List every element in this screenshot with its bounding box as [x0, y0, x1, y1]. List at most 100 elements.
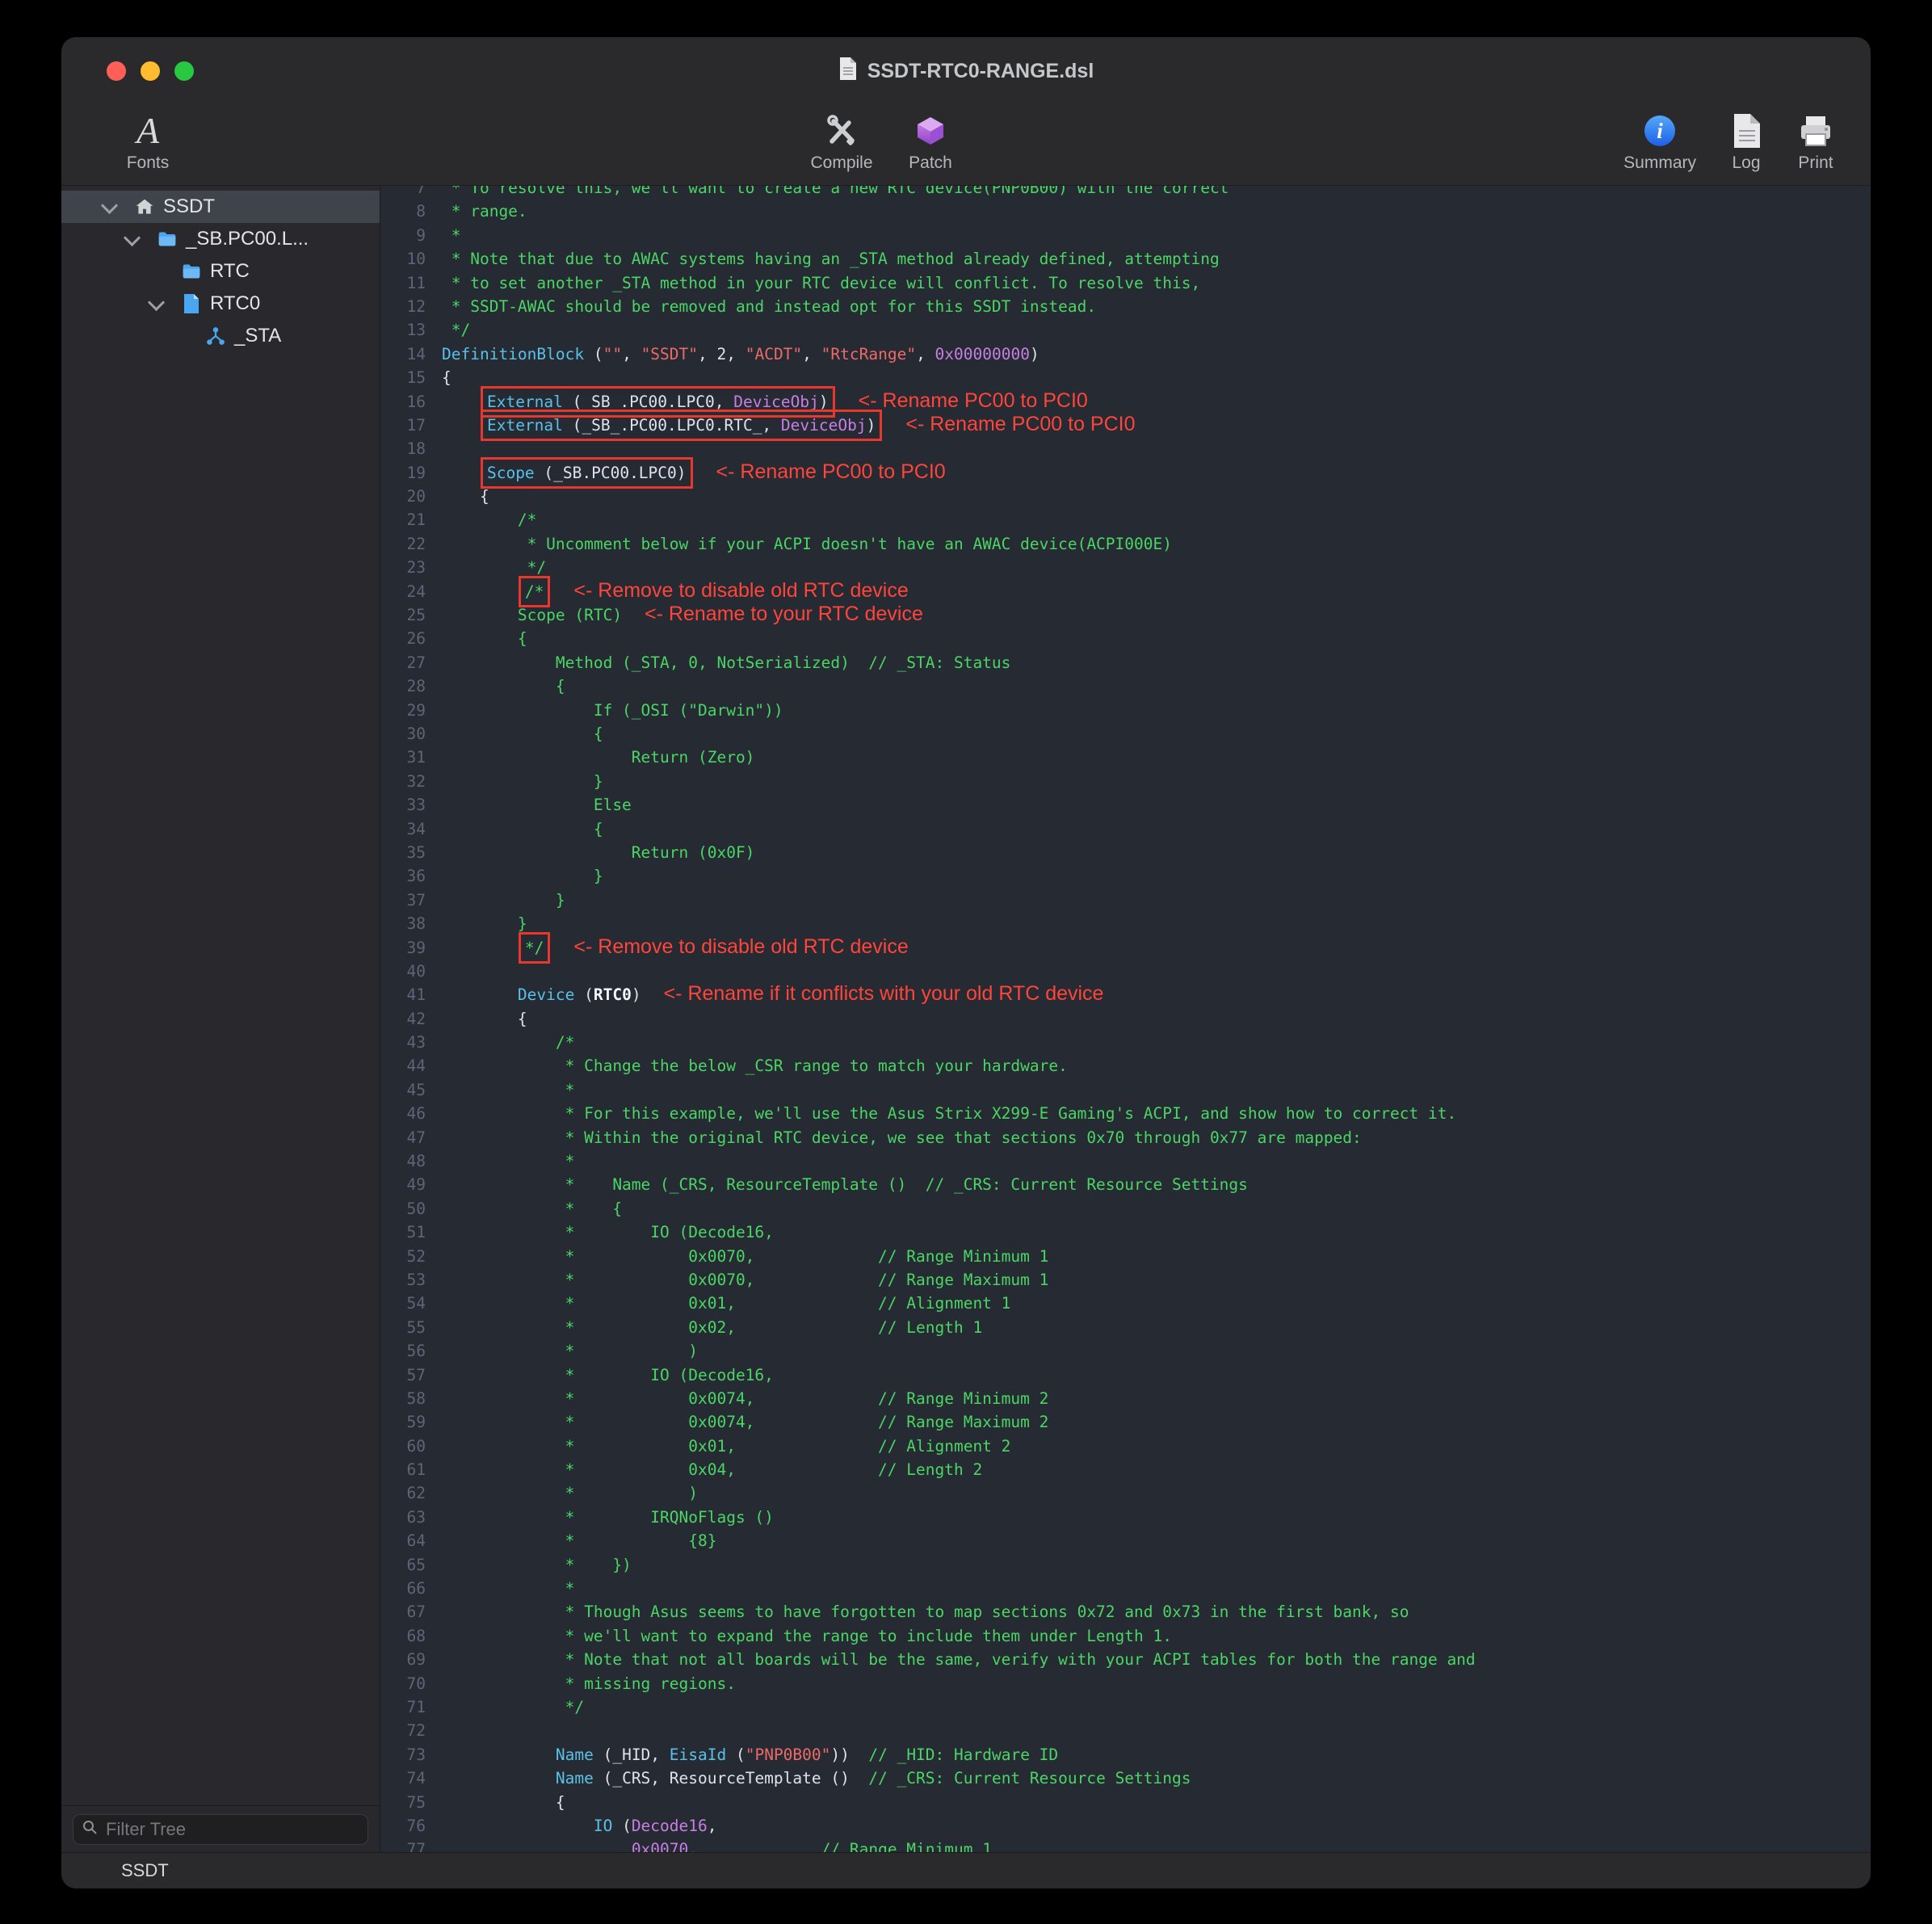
code-line: */ — [442, 556, 1871, 579]
toolbar: A Fonts Compile — [61, 105, 1871, 186]
code-token — [442, 985, 518, 1004]
code-token: * — [442, 1081, 574, 1099]
tree-item-rtc[interactable]: RTC — [61, 255, 380, 288]
patch-button[interactable]: Patch — [897, 110, 964, 173]
line-number: 28 — [380, 674, 426, 698]
line-number: 41 — [380, 983, 426, 1006]
code-line: /* — [442, 1031, 1871, 1054]
chevron-down-icon[interactable] — [124, 229, 141, 246]
line-number: 68 — [380, 1624, 426, 1648]
line-number: 59 — [380, 1410, 426, 1434]
code-token: (_CRS, ResourceTemplate () — [594, 1769, 868, 1787]
code-line: * Though Asus seems to have forgotten to… — [442, 1600, 1871, 1624]
tree-item-ssdt[interactable]: SSDT — [61, 191, 380, 223]
line-number: 33 — [380, 793, 426, 817]
code-line: Name (_HID, EisaId ("PNP0B00")) // _HID:… — [442, 1743, 1871, 1766]
code-token — [442, 1769, 556, 1787]
code-line: IO (Decode16, — [442, 1814, 1871, 1838]
code-line: DefinitionBlock ("", "SSDT", 2, "ACDT", … — [442, 342, 1871, 366]
line-number: 72 — [380, 1719, 426, 1742]
code-token: * IO (Decode16, — [442, 1366, 774, 1384]
code-line: Scope (RTC)<- Rename to your RTC device — [442, 603, 1871, 627]
code-token: EisaId — [670, 1745, 726, 1764]
annotation-text: <- Remove to disable old RTC device — [573, 937, 908, 957]
compile-button[interactable]: Compile — [801, 110, 882, 173]
code-line: */ <- Remove to disable old RTC device — [442, 936, 1871, 960]
line-number: 17 — [380, 414, 426, 437]
code-token: )) — [830, 1745, 868, 1764]
tree-item-label: RTC0 — [210, 292, 260, 315]
traffic-lights — [107, 37, 194, 105]
line-number: 36 — [380, 864, 426, 888]
code-token: Return (0x0F) — [442, 843, 754, 862]
code-line: Method (_STA, 0, NotSerialized) // _STA:… — [442, 651, 1871, 674]
code-token: , 2, — [698, 345, 746, 363]
tree-item-sta[interactable]: _STA — [61, 320, 380, 352]
document-icon — [838, 57, 858, 86]
code-token: * missing regions. — [442, 1674, 736, 1693]
code-token: /* — [442, 1033, 574, 1052]
line-number: 51 — [380, 1220, 426, 1244]
line-number: 20 — [380, 485, 426, 508]
tree-item-sb-pc00[interactable]: _SB.PC00.L... — [61, 223, 380, 255]
code-token: Decode16 — [632, 1817, 708, 1835]
chevron-down-icon[interactable] — [101, 196, 118, 213]
line-number: 18 — [380, 437, 426, 460]
code-token: ( — [574, 985, 593, 1004]
code-token: { — [442, 1010, 527, 1028]
line-numbers: 7891011121314151617181920212223242526272… — [380, 186, 439, 1852]
code-token: Scope (RTC) — [442, 606, 622, 624]
summary-button[interactable]: i Summary — [1623, 110, 1696, 173]
code-token: 0x00000000 — [935, 345, 1030, 363]
code-line: * 0x02, // Length 1 — [442, 1316, 1871, 1339]
code-line: Device (RTC0)<- Rename if it conflicts w… — [442, 983, 1871, 1006]
code-token: RTC0 — [594, 985, 632, 1004]
close-button[interactable] — [107, 61, 126, 81]
code-token: // _HID: Hardware ID — [868, 1745, 1058, 1764]
code-token: Method (_STA, 0, NotSerialized) // _STA:… — [442, 653, 1010, 672]
log-button[interactable]: Log — [1730, 110, 1762, 173]
print-button[interactable]: Print — [1796, 110, 1835, 173]
code-scroll-area: 7891011121314151617181920212223242526272… — [380, 186, 1871, 1852]
highlight-box: */ — [525, 939, 544, 957]
code-token: { — [442, 820, 603, 838]
code-token: */ — [525, 939, 544, 957]
zoom-button[interactable] — [174, 61, 194, 81]
minimize-button[interactable] — [141, 61, 160, 81]
fonts-button[interactable]: A Fonts — [103, 110, 192, 173]
chevron-down-icon[interactable] — [148, 293, 165, 310]
line-number: 45 — [380, 1078, 426, 1102]
code-line: { — [442, 485, 1871, 508]
code-token: * 0x01, // Alignment 2 — [442, 1437, 1010, 1456]
line-number: 62 — [380, 1481, 426, 1505]
tree-item-rtc0[interactable]: RTC0 — [61, 288, 380, 320]
annotation-text: <- Rename if it conflicts with your old … — [664, 984, 1104, 1004]
code-token: DeviceObj — [733, 393, 819, 411]
line-number: 73 — [380, 1743, 426, 1766]
patch-icon — [911, 110, 950, 152]
main-content: SSDT _SB.PC00.L... RTC — [61, 186, 1871, 1852]
code-token: ( — [584, 345, 603, 363]
highlight-box: External (_SB_.PC00.LPC0, DeviceObj) — [487, 393, 829, 411]
code-line: * {8} — [442, 1529, 1871, 1552]
line-number: 26 — [380, 627, 426, 650]
line-number: 7 — [380, 186, 426, 200]
code-token — [442, 1745, 556, 1764]
filter-tree-input[interactable] — [104, 1818, 359, 1841]
code-token: * To resolve this, we'll want to create … — [442, 186, 1228, 197]
code-editor[interactable]: 7891011121314151617181920212223242526272… — [380, 186, 1871, 1852]
code-line: * }) — [442, 1553, 1871, 1577]
code-token: Return (Zero) — [442, 748, 754, 767]
annotation-text: <- Rename PC00 to PCI0 — [859, 391, 1088, 411]
code-line: * IRQNoFlags () — [442, 1506, 1871, 1529]
tree-item-label: _STA — [234, 325, 281, 347]
line-number: 39 — [380, 936, 426, 960]
code-line: /*<- Remove to disable old RTC device — [442, 580, 1871, 603]
line-number: 32 — [380, 770, 426, 793]
line-number: 49 — [380, 1173, 426, 1196]
line-number: 54 — [380, 1292, 426, 1315]
code-token: Scope — [487, 464, 535, 482]
code-token: * {8} — [442, 1531, 716, 1550]
code-token: ) — [867, 416, 876, 435]
code-line: Scope (_SB.PC00.LPC0)<- Rename PC00 to P… — [442, 461, 1871, 485]
